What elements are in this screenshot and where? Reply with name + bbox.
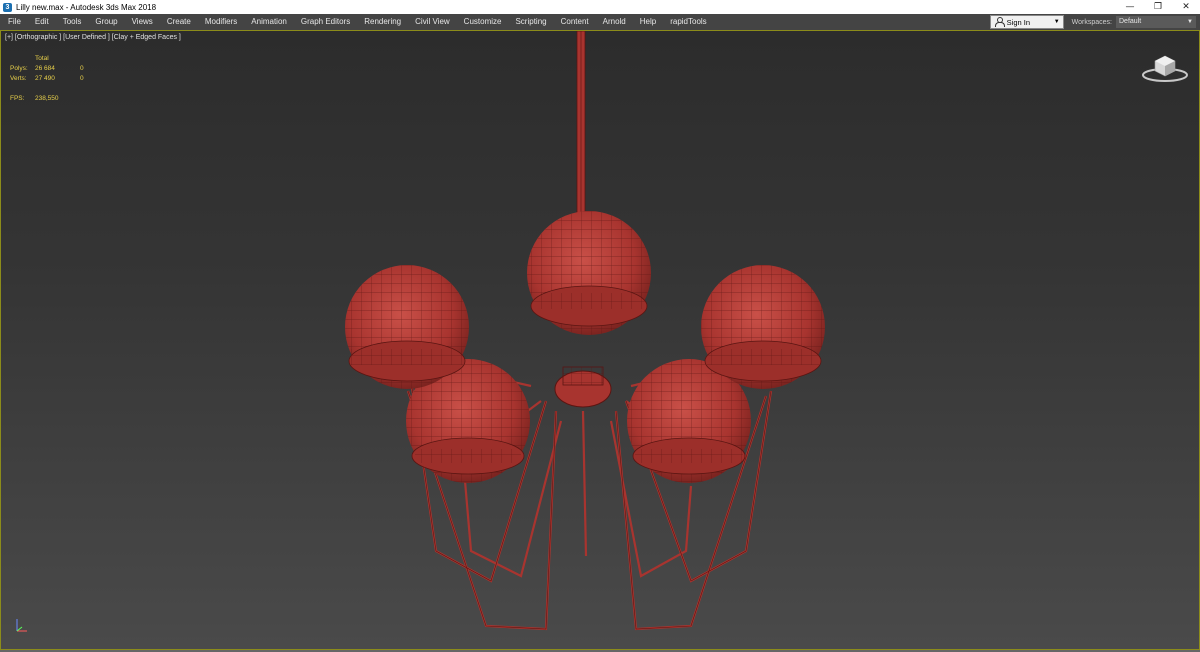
stats-verts-selected: 0 <box>80 75 84 82</box>
stats-verts-label: Verts: <box>10 75 27 82</box>
sign-in-dropdown[interactable]: Sign In ▼ <box>989 15 1064 29</box>
menu-rapidtools[interactable]: rapidTools <box>663 14 713 30</box>
viewport-statistics: Total Polys: 26 684 0 Verts: 27 490 0 FP… <box>10 54 84 104</box>
menu-civil-view[interactable]: Civil View <box>408 14 457 30</box>
menu-arnold[interactable]: Arnold <box>596 14 633 30</box>
chandelier-model[interactable] <box>1 31 1199 649</box>
axis-tripod-icon <box>16 619 27 632</box>
stats-verts-total: 27 490 <box>35 75 55 82</box>
menu-scripting[interactable]: Scripting <box>508 14 553 30</box>
viewcube-icon[interactable] <box>1141 51 1189 83</box>
stats-total-header: Total <box>35 55 49 62</box>
workspaces-label: Workspaces: <box>1071 18 1112 26</box>
chevron-down-icon: ▼ <box>1053 19 1060 25</box>
app-window: 3 Lilly new.max - Autodesk 3ds Max 2018 … <box>0 0 1200 652</box>
menu-customize[interactable]: Customize <box>457 14 509 30</box>
menu-rendering[interactable]: Rendering <box>357 14 408 30</box>
title-bar: 3 Lilly new.max - Autodesk 3ds Max 2018 … <box>0 0 1200 14</box>
stats-polys-label: Polys: <box>10 65 28 72</box>
workspaces-select[interactable]: Default ▼ <box>1116 16 1196 28</box>
close-button[interactable]: ✕ <box>1172 0 1200 14</box>
menu-edit[interactable]: Edit <box>28 14 56 30</box>
globe-right <box>701 265 825 389</box>
menu-content[interactable]: Content <box>554 14 596 30</box>
app-icon: 3 <box>3 2 12 12</box>
restore-button[interactable]: ❐ <box>1144 0 1172 14</box>
stats-polys-selected: 0 <box>80 65 84 72</box>
viewport-label-menu[interactable]: [+] [Orthographic ] [User Defined ] [Cla… <box>5 34 181 41</box>
minimize-button[interactable]: — <box>1116 0 1144 14</box>
chevron-down-icon: ▼ <box>1187 19 1193 25</box>
user-icon <box>994 17 1005 27</box>
window-title: Lilly new.max - Autodesk 3ds Max 2018 <box>16 2 157 12</box>
menu-modifiers[interactable]: Modifiers <box>198 14 244 30</box>
menu-animation[interactable]: Animation <box>244 14 294 30</box>
menu-help[interactable]: Help <box>633 14 663 30</box>
menu-group[interactable]: Group <box>88 14 124 30</box>
globe-left <box>345 265 469 389</box>
menu-bar: File Edit Tools Group Views Create Modif… <box>0 14 1200 30</box>
menu-graph-editors[interactable]: Graph Editors <box>294 14 357 30</box>
globe-top-center <box>527 211 651 335</box>
stats-fps-value: 238,550 <box>35 95 59 102</box>
stats-polys-total: 26 684 <box>35 65 55 72</box>
workspaces-value: Default <box>1119 18 1142 25</box>
menu-file[interactable]: File <box>0 14 28 30</box>
menu-views[interactable]: Views <box>125 14 160 30</box>
stats-fps-label: FPS: <box>10 95 25 102</box>
perspective-viewport[interactable]: [+] [Orthographic ] [User Defined ] [Cla… <box>0 30 1200 650</box>
sign-in-label: Sign In <box>1006 17 1031 27</box>
menu-tools[interactable]: Tools <box>56 14 89 30</box>
menu-create[interactable]: Create <box>160 14 198 30</box>
